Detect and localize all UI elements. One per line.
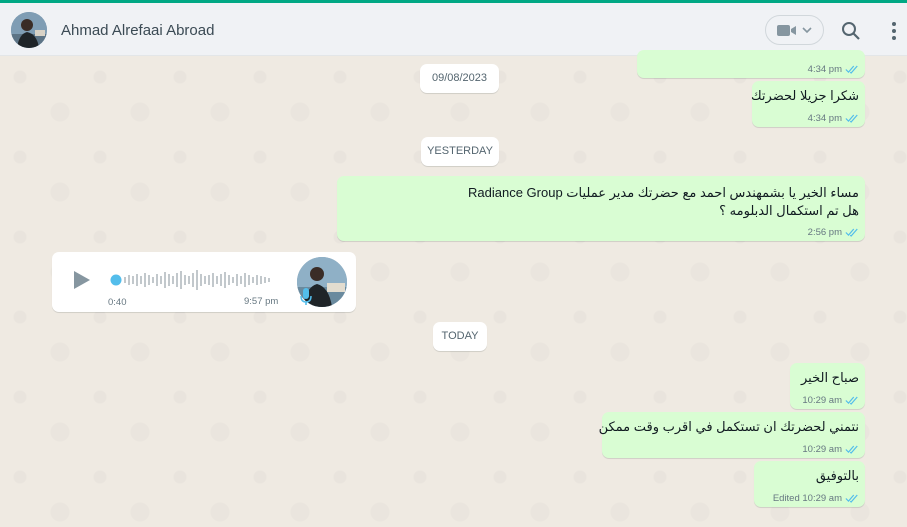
contact-avatar[interactable] bbox=[11, 12, 47, 48]
contact-name[interactable]: Ahmad Alrefaai Abroad bbox=[61, 22, 214, 39]
read-ticks-icon bbox=[845, 494, 858, 503]
message-meta: 10:29 am bbox=[802, 444, 859, 455]
message-bubble[interactable]: بالتوفيق Edited 10:29 am bbox=[754, 461, 865, 507]
message-time: 2:56 pm bbox=[807, 227, 842, 238]
message-bubble[interactable]: صباح الخير 10:29 am bbox=[790, 363, 865, 409]
date-label: 09/08/2023 bbox=[431, 72, 488, 84]
message-time: 4:34 pm bbox=[807, 113, 842, 124]
video-camera-icon bbox=[777, 25, 796, 36]
message-time: 10:29 am bbox=[802, 444, 842, 455]
read-ticks-icon bbox=[845, 445, 858, 454]
read-ticks-icon bbox=[845, 65, 858, 74]
video-call-button[interactable] bbox=[765, 15, 824, 45]
message-time: Edited 10:29 am bbox=[772, 493, 842, 504]
play-icon[interactable] bbox=[72, 269, 92, 291]
message-text: نتمني لحضرتك ان تستكمل في اقرب وقت ممكن bbox=[598, 419, 859, 434]
read-ticks-icon bbox=[845, 114, 858, 123]
search-icon bbox=[842, 22, 860, 40]
message-meta: 10:29 am bbox=[802, 395, 859, 406]
voice-duration: 0:40 bbox=[108, 297, 127, 308]
message-time: 10:29 am bbox=[802, 395, 842, 406]
menu-button[interactable] bbox=[887, 20, 901, 42]
message-meta: Edited 10:29 am bbox=[773, 493, 859, 504]
search-button[interactable] bbox=[840, 20, 862, 42]
message-meta: 4:34 pm bbox=[808, 113, 859, 124]
kebab-menu-icon bbox=[892, 22, 896, 40]
message-bubble[interactable]: مساء الخير يا بشمهندس احمد مع حضرتك مدير… bbox=[337, 176, 865, 241]
date-separator: 09/08/2023 bbox=[420, 64, 499, 93]
message-text: صباح الخير bbox=[801, 370, 859, 385]
voice-message-bubble[interactable]: 0:40 9:57 pm bbox=[52, 252, 356, 312]
date-separator: TODAY bbox=[433, 322, 487, 351]
chat-header: Ahmad Alrefaai Abroad bbox=[0, 3, 907, 56]
message-meta: 4:34 pm bbox=[808, 64, 859, 75]
waveform[interactable] bbox=[110, 267, 276, 293]
message-meta: 2:56 pm bbox=[808, 227, 859, 238]
message-text: شكرا جزيلا لحضرتك bbox=[750, 88, 859, 103]
read-ticks-icon bbox=[845, 228, 858, 237]
message-time: 4:34 pm bbox=[807, 64, 842, 75]
chevron-down-icon bbox=[802, 27, 812, 34]
message-text-line-2: هل تم استكمال الدبلومه ؟ bbox=[719, 203, 859, 218]
date-label: TODAY bbox=[441, 330, 479, 342]
message-text: بالتوفيق bbox=[815, 468, 859, 483]
read-ticks-icon bbox=[845, 396, 858, 405]
date-separator: YESTERDAY bbox=[421, 137, 499, 166]
message-bubble[interactable]: شكرا جزيلا لحضرتك 4:34 pm bbox=[750, 81, 865, 127]
message-time: 9:57 pm bbox=[244, 296, 279, 307]
message-bubble[interactable]: 4:34 pm bbox=[637, 50, 865, 78]
message-bubble[interactable]: نتمني لحضرتك ان تستكمل في اقرب وقت ممكن … bbox=[598, 412, 865, 458]
date-label: YESTERDAY bbox=[427, 145, 493, 157]
microphone-icon bbox=[300, 288, 312, 305]
message-text-line-1: مساء الخير يا بشمهندس احمد مع حضرتك مدير… bbox=[468, 185, 859, 200]
